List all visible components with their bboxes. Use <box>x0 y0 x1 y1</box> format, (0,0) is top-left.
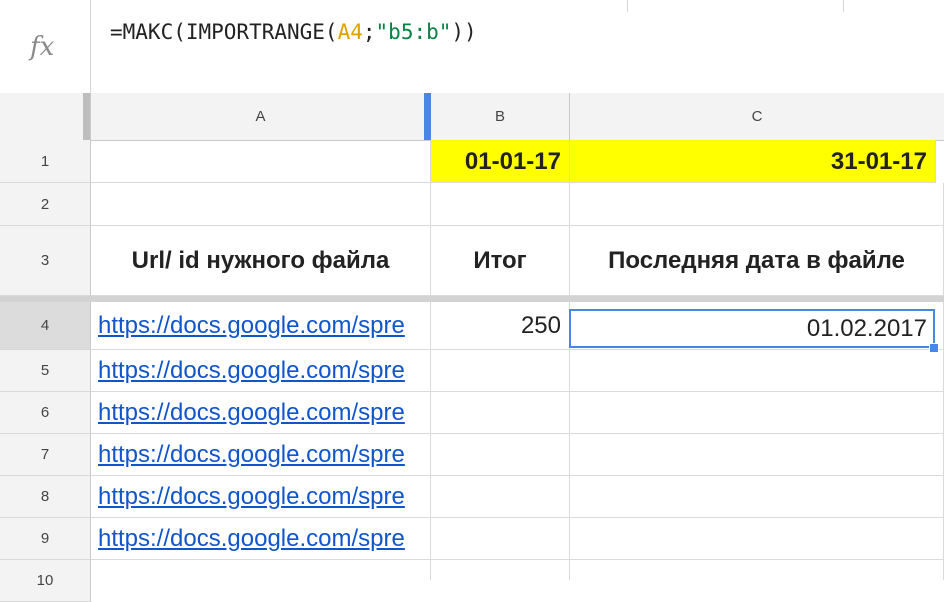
cell-a5-link[interactable]: https://docs.google.com/spre <box>91 350 431 392</box>
formula-ref: A4 <box>337 20 363 44</box>
row-header-6[interactable]: 6 <box>0 392 91 434</box>
row-header-2[interactable]: 2 <box>0 183 91 226</box>
formula-string: "b5:b" <box>375 20 452 44</box>
cell-c8[interactable] <box>570 476 944 518</box>
freeze-handle-vertical[interactable] <box>83 93 90 140</box>
fx-icon: fx <box>30 32 55 62</box>
cell-c7[interactable] <box>570 434 944 476</box>
cell-b1[interactable]: 01-01-17 <box>431 140 570 183</box>
cell-c2[interactable] <box>570 183 944 226</box>
cell-c5[interactable] <box>570 350 944 392</box>
cell-c10[interactable] <box>570 560 944 580</box>
cell-c3[interactable]: Последняя дата в файле <box>570 226 944 296</box>
cell-b4[interactable]: 250 <box>431 302 570 350</box>
cell-b10[interactable] <box>431 560 570 580</box>
cell-b5[interactable] <box>431 350 570 392</box>
row-header-3[interactable]: 3 <box>0 226 91 296</box>
cell-a4-link[interactable]: https://docs.google.com/spre <box>91 302 431 350</box>
formula-prefix: =МАКС(IMPORTRANGE( <box>110 20 338 44</box>
column-header-c[interactable]: C <box>570 93 944 140</box>
cell-a6-link[interactable]: https://docs.google.com/spre <box>91 392 431 434</box>
cell-a10[interactable] <box>91 560 431 580</box>
cell-b2[interactable] <box>431 183 570 226</box>
cell-b6[interactable] <box>431 392 570 434</box>
cell-a2[interactable] <box>91 183 431 226</box>
formula-bar: fx =МАКС(IMPORTRANGE(A4;"b5:b")) <box>0 0 944 94</box>
formula-input[interactable]: =МАКС(IMPORTRANGE(A4;"b5:b")) <box>110 20 477 44</box>
column-header-row: A B C <box>0 93 944 141</box>
cell-c1[interactable]: 31-01-17 <box>570 140 936 183</box>
toolbar-divider <box>627 0 628 12</box>
row-header-5[interactable]: 5 <box>0 350 91 392</box>
active-cell-selection <box>569 309 935 348</box>
fx-box: fx <box>0 0 91 93</box>
cell-a7-link[interactable]: https://docs.google.com/spre <box>91 434 431 476</box>
formula-suffix: )) <box>451 20 477 44</box>
cell-a3[interactable]: Url/ id нужного файла <box>91 226 431 296</box>
column-resize-handle[interactable] <box>424 93 431 140</box>
column-header-b[interactable]: B <box>431 93 570 140</box>
row-header-4[interactable]: 4 <box>0 302 91 350</box>
row-header-1[interactable]: 1 <box>0 140 91 183</box>
column-header-a[interactable]: A <box>91 93 431 140</box>
cell-b3[interactable]: Итог <box>431 226 570 296</box>
cell-b8[interactable] <box>431 476 570 518</box>
row-header-9[interactable]: 9 <box>0 518 91 560</box>
cell-a8-link[interactable]: https://docs.google.com/spre <box>91 476 431 518</box>
fill-handle[interactable] <box>929 343 939 353</box>
cell-c6[interactable] <box>570 392 944 434</box>
cell-a1[interactable] <box>91 140 431 183</box>
cell-b9[interactable] <box>431 518 570 560</box>
row-header-8[interactable]: 8 <box>0 476 91 518</box>
cell-a9-link[interactable]: https://docs.google.com/spre <box>91 518 431 560</box>
cell-c9[interactable] <box>570 518 944 560</box>
row-header-7[interactable]: 7 <box>0 434 91 476</box>
row-header-10[interactable]: 10 <box>0 560 91 602</box>
cell-b7[interactable] <box>431 434 570 476</box>
toolbar-divider <box>843 0 844 12</box>
select-all-corner[interactable] <box>0 93 91 140</box>
formula-sep: ; <box>362 20 376 44</box>
